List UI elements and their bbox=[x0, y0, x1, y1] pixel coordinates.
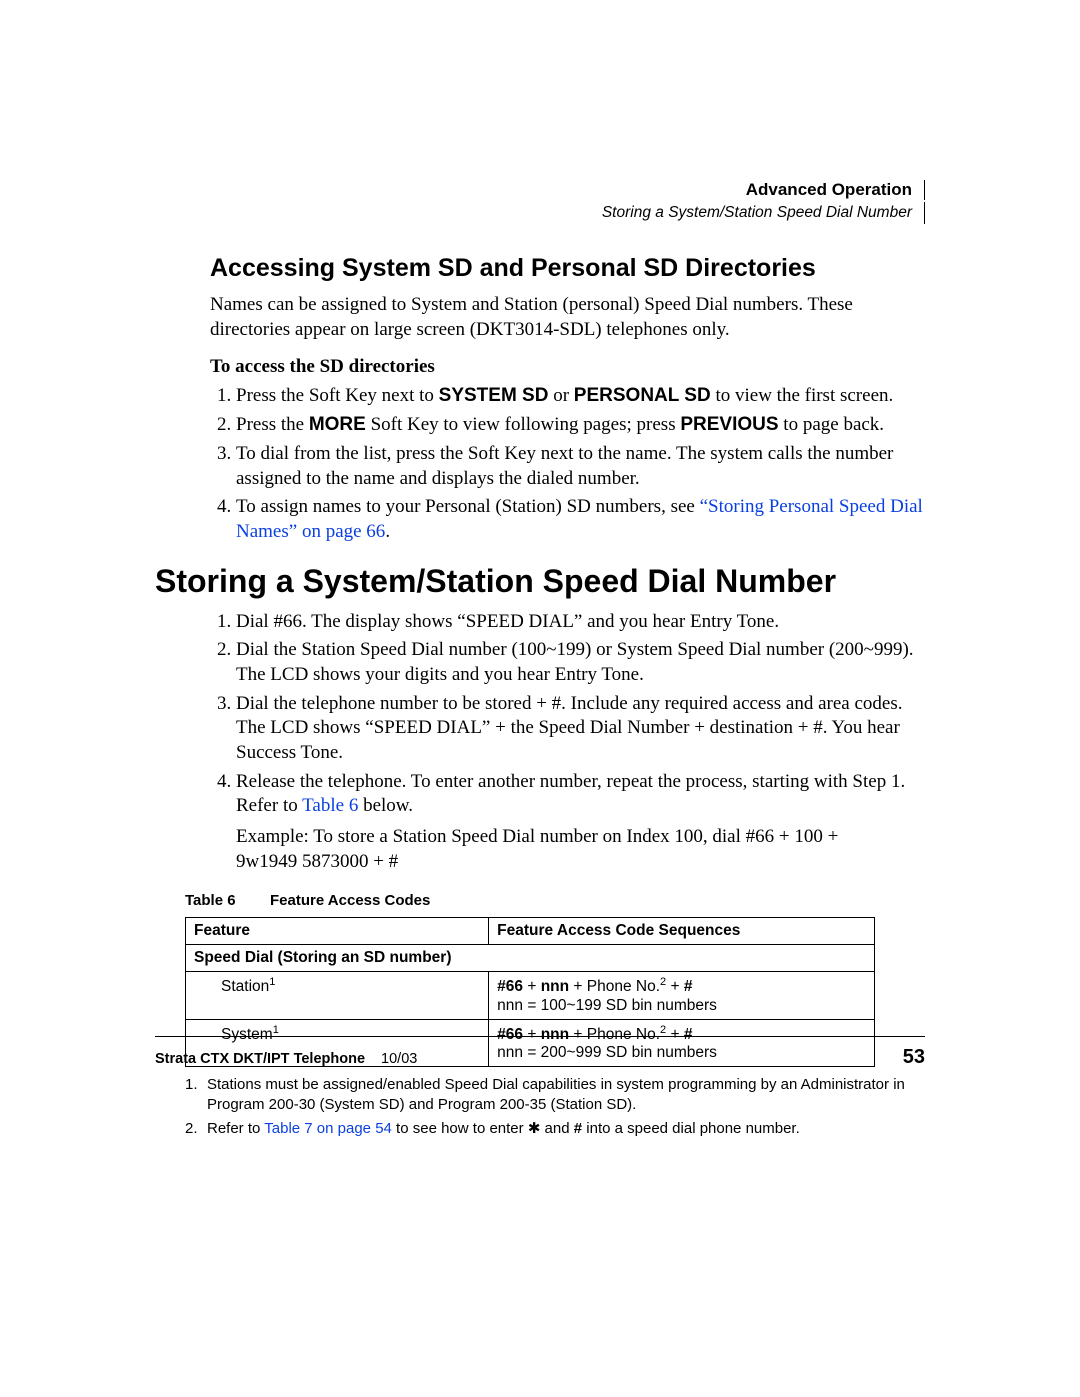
table-row-station-code: #66 + nnn + Phone No.2 + # nnn = 100~199… bbox=[489, 972, 875, 1019]
running-header-subtitle: Storing a System/Station Speed Dial Numb… bbox=[602, 202, 925, 224]
document-page: Advanced Operation Storing a System/Stat… bbox=[0, 0, 1080, 1397]
table-footnotes: 1. Stations must be assigned/enabled Spe… bbox=[185, 1075, 925, 1140]
storing-step-3: Dial the telephone number to be stored +… bbox=[236, 692, 925, 766]
footnote-2: 2. Refer to Table 7 on page 54 to see ho… bbox=[185, 1119, 925, 1139]
storing-step-4: Release the telephone. To enter another … bbox=[236, 770, 925, 875]
storing-steps-list: Dial #66. The display shows “SPEED DIAL”… bbox=[210, 610, 925, 875]
table-header-sequence: Feature Access Code Sequences bbox=[489, 918, 875, 945]
running-header: Advanced Operation Storing a System/Stat… bbox=[155, 180, 925, 224]
running-header-title: Advanced Operation bbox=[746, 180, 925, 200]
access-step-1: Press the Soft Key next to SYSTEM SD or … bbox=[236, 384, 925, 409]
link-table-7[interactable]: Table 7 on page 54 bbox=[264, 1120, 392, 1137]
heading-accessing-directories: Accessing System SD and Personal SD Dire… bbox=[210, 254, 925, 283]
footer-rule bbox=[155, 1036, 925, 1037]
access-step-4: To assign names to your Personal (Statio… bbox=[236, 495, 925, 544]
feature-access-table: Feature Feature Access Code Sequences Sp… bbox=[185, 917, 875, 1066]
storing-step-2: Dial the Station Speed Dial number (100~… bbox=[236, 638, 925, 687]
access-step-3: To dial from the list, press the Soft Ke… bbox=[236, 442, 925, 491]
heading-storing-speed-dial: Storing a System/Station Speed Dial Numb… bbox=[155, 563, 925, 600]
footer-product: Strata CTX DKT/IPT Telephone bbox=[155, 1051, 365, 1067]
intro-paragraph: Names can be assigned to System and Stat… bbox=[210, 293, 925, 342]
link-table-6[interactable]: Table 6 bbox=[302, 795, 358, 816]
table-caption: Table 6Feature Access Codes bbox=[185, 892, 925, 909]
footnote-1: 1. Stations must be assigned/enabled Spe… bbox=[185, 1075, 925, 1116]
access-steps-list: Press the Soft Key next to SYSTEM SD or … bbox=[210, 384, 925, 544]
table-group-row: Speed Dial (Storing an SD number) bbox=[186, 945, 875, 972]
subheading-to-access: To access the SD directories bbox=[210, 356, 925, 378]
table-header-feature: Feature bbox=[186, 918, 489, 945]
star-icon: ✱ bbox=[528, 1120, 541, 1137]
example-line: Example: To store a Station Speed Dial n… bbox=[236, 826, 838, 872]
access-step-2: Press the MORE Soft Key to view followin… bbox=[236, 413, 925, 438]
footer-date: 10/03 bbox=[381, 1051, 417, 1067]
table-row-station: Station1 bbox=[186, 972, 489, 1019]
page-number: 53 bbox=[903, 1046, 925, 1069]
storing-step-1: Dial #66. The display shows “SPEED DIAL”… bbox=[236, 610, 925, 635]
page-footer: Strata CTX DKT/IPT Telephone 10/03 53 bbox=[155, 1046, 925, 1069]
